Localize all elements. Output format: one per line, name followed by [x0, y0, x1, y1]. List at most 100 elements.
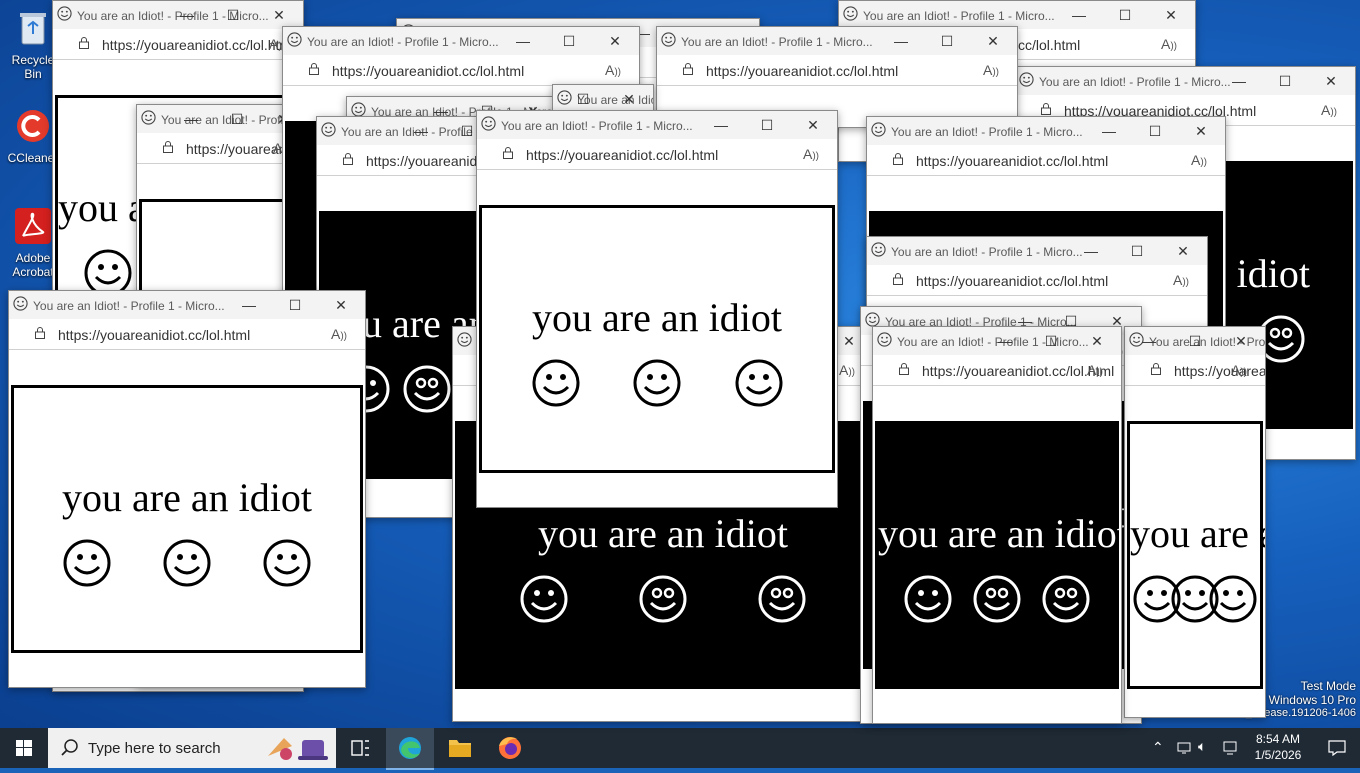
title-bar[interactable]: You are an Idiot! - Profile 1 - Micro...… [657, 27, 1017, 55]
close-button[interactable]: ✕ [1191, 121, 1211, 141]
minimize-button[interactable]: — [891, 31, 911, 51]
close-button[interactable]: ✕ [1161, 5, 1181, 25]
title-bar[interactable]: You are an Idiot! - Profile 1 - Micro...… [1125, 327, 1265, 355]
read-aloud-icon[interactable]: A)) [1231, 362, 1247, 378]
close-button[interactable]: ✕ [1321, 71, 1341, 91]
minimize-button[interactable]: — [1139, 331, 1159, 351]
title-bar[interactable]: You are an Idiot! - Profile 1 - Micro...… [839, 1, 1195, 29]
browser-window-18[interactable]: You are an Idiot! - Profile 1 - Micro...… [476, 110, 838, 508]
title-bar[interactable]: You are an Idiot! - Profile 1 - Micro...… [867, 117, 1225, 145]
address-bar[interactable]: https://youareanidiot.cc/lol.html A)) [657, 55, 1017, 86]
close-button[interactable]: ✕ [331, 295, 351, 315]
smiley-face-icon [402, 364, 452, 419]
read-aloud-icon[interactable]: A)) [1087, 362, 1103, 378]
address-bar[interactable]: https://youareanidiot.cc/lol.html A)) [867, 145, 1225, 176]
maximize-button[interactable]: ☐ [457, 121, 477, 141]
edge-taskbar-button[interactable] [386, 728, 434, 770]
title-bar[interactable]: You are an Idiot! - Profile 1 - Micro...… [553, 85, 653, 113]
close-button[interactable]: ✕ [619, 89, 639, 109]
show-hidden-icons-icon[interactable]: ⌃ [1152, 739, 1164, 756]
address-bar[interactable]: https://youareanidiot.cc/lol.html A)) [477, 139, 837, 170]
maximize-button[interactable]: ☐ [1185, 331, 1205, 351]
close-button[interactable]: ✕ [269, 5, 289, 25]
clock[interactable]: 8:54 AM 1/5/2026 [1244, 728, 1312, 768]
maximize-button[interactable]: ☐ [573, 89, 593, 109]
start-button[interactable] [0, 728, 48, 768]
notifications-button[interactable] [1312, 728, 1360, 768]
title-bar[interactable]: You are an Idiot! - Profile 1 - Micro...… [477, 111, 837, 139]
maximize-button[interactable]: ☐ [223, 5, 243, 25]
maximize-button[interactable]: ☐ [937, 31, 957, 51]
search-placeholder: Type here to search [88, 740, 221, 757]
close-button[interactable]: ✕ [605, 31, 625, 51]
browser-window-15[interactable]: You are an Idiot! - Profile 1 - Micro...… [1124, 326, 1266, 718]
read-aloud-icon[interactable]: A)) [983, 62, 999, 78]
address-bar[interactable]: https://youareanidiot.cc/lol.html A)) [867, 265, 1207, 296]
idiot-phrase: you are an idiot [1130, 511, 1265, 556]
notification-icon [1328, 740, 1346, 756]
title-bar[interactable]: You are an Idiot! - Profile 1 - Micro...… [873, 327, 1121, 355]
read-aloud-icon[interactable]: A)) [1191, 152, 1207, 168]
address-bar[interactable]: https://youareanidiot.cc/lol.html A)) [53, 29, 303, 60]
title-bar[interactable]: You are an Idiot! - Profile 1 - Micro...… [283, 27, 639, 55]
address-bar[interactable]: https://youareanidiot.cc/lol.html A)) [9, 319, 365, 350]
url-text: https://youareanidiot.cc/lol.html [922, 363, 1115, 379]
minimize-button[interactable]: — [239, 295, 259, 315]
minimize-button[interactable]: — [1081, 241, 1101, 261]
browser-window-17[interactable]: You are an Idiot! - Profile 1 - Micro...… [8, 290, 366, 688]
address-bar[interactable]: https://youareanidiot.cc/lol.html A)) [873, 355, 1121, 386]
close-button[interactable]: ✕ [1087, 331, 1107, 351]
minimize-button[interactable]: — [513, 31, 533, 51]
search-icon [61, 739, 78, 756]
close-button[interactable]: ✕ [1173, 241, 1193, 261]
title-bar[interactable]: You are an Idiot! - Profile 1 - Micro...… [53, 1, 303, 29]
minimize-button[interactable]: — [1229, 71, 1249, 91]
title-bar[interactable]: You are an Idiot! - Profile 1 - Micro...… [9, 291, 365, 319]
close-button[interactable]: ✕ [839, 331, 859, 351]
minimize-button[interactable]: — [1069, 5, 1089, 25]
maximize-button[interactable]: ☐ [1275, 71, 1295, 91]
address-bar[interactable]: https://youareanidiot.cc/lol.html A)) [1125, 355, 1265, 386]
title-bar[interactable]: You are an Idiot! - Profile 1 - Micro...… [867, 237, 1207, 265]
action-icon[interactable] [1222, 740, 1238, 756]
minimize-button[interactable]: — [1099, 121, 1119, 141]
taskbar-search-box[interactable]: Type here to search [48, 728, 336, 768]
maximize-button[interactable]: ☐ [559, 31, 579, 51]
smiley-favicon-icon [661, 32, 676, 47]
maximize-button[interactable]: ☐ [1127, 241, 1147, 261]
read-aloud-icon[interactable]: A)) [1161, 36, 1177, 52]
read-aloud-icon[interactable]: A)) [839, 362, 855, 378]
address-bar[interactable]: https://youareanidiot.cc/lol.html A)) [283, 55, 639, 86]
minimize-button[interactable]: — [995, 331, 1015, 351]
maximize-button[interactable]: ☐ [227, 109, 247, 129]
minimize-button[interactable]: — [177, 5, 197, 25]
minimize-button[interactable]: — [411, 121, 431, 141]
maximize-button[interactable]: ☐ [1115, 5, 1135, 25]
read-aloud-icon[interactable]: A)) [331, 326, 347, 342]
close-button[interactable]: ✕ [1231, 331, 1251, 351]
network-icon[interactable] [1176, 740, 1192, 756]
read-aloud-icon[interactable]: A)) [1173, 272, 1189, 288]
close-button[interactable]: ✕ [983, 31, 1003, 51]
volume-icon[interactable]: 🔈︎ [1198, 738, 1206, 755]
lock-icon [163, 141, 173, 153]
read-aloud-icon[interactable]: A)) [605, 62, 621, 78]
minimize-button[interactable]: — [181, 109, 201, 129]
read-aloud-icon[interactable]: A)) [803, 146, 819, 162]
maximize-button[interactable]: ☐ [1041, 331, 1061, 351]
browser-window-16[interactable]: You are an Idiot! - Profile 1 - Micro...… [872, 326, 1122, 724]
close-button[interactable]: ✕ [803, 115, 823, 135]
read-aloud-icon[interactable]: A)) [1321, 102, 1337, 118]
maximize-button[interactable]: ☐ [1145, 121, 1165, 141]
maximize-button[interactable]: ☐ [757, 115, 777, 135]
lock-icon [503, 147, 513, 159]
minimize-button[interactable]: — [711, 115, 731, 135]
title-bar[interactable]: You are an Idiot! - Profile 1 - Micro...… [1015, 67, 1355, 95]
smiley-favicon-icon [57, 6, 72, 21]
firefox-taskbar-button[interactable] [486, 728, 534, 768]
smiley-face-icon [734, 358, 784, 413]
task-view-button[interactable] [336, 728, 384, 768]
maximize-button[interactable]: ☐ [285, 295, 305, 315]
file-explorer-taskbar-button[interactable] [436, 728, 484, 768]
url-text: https://youareanidiot.cc/lol.html [1174, 363, 1266, 379]
